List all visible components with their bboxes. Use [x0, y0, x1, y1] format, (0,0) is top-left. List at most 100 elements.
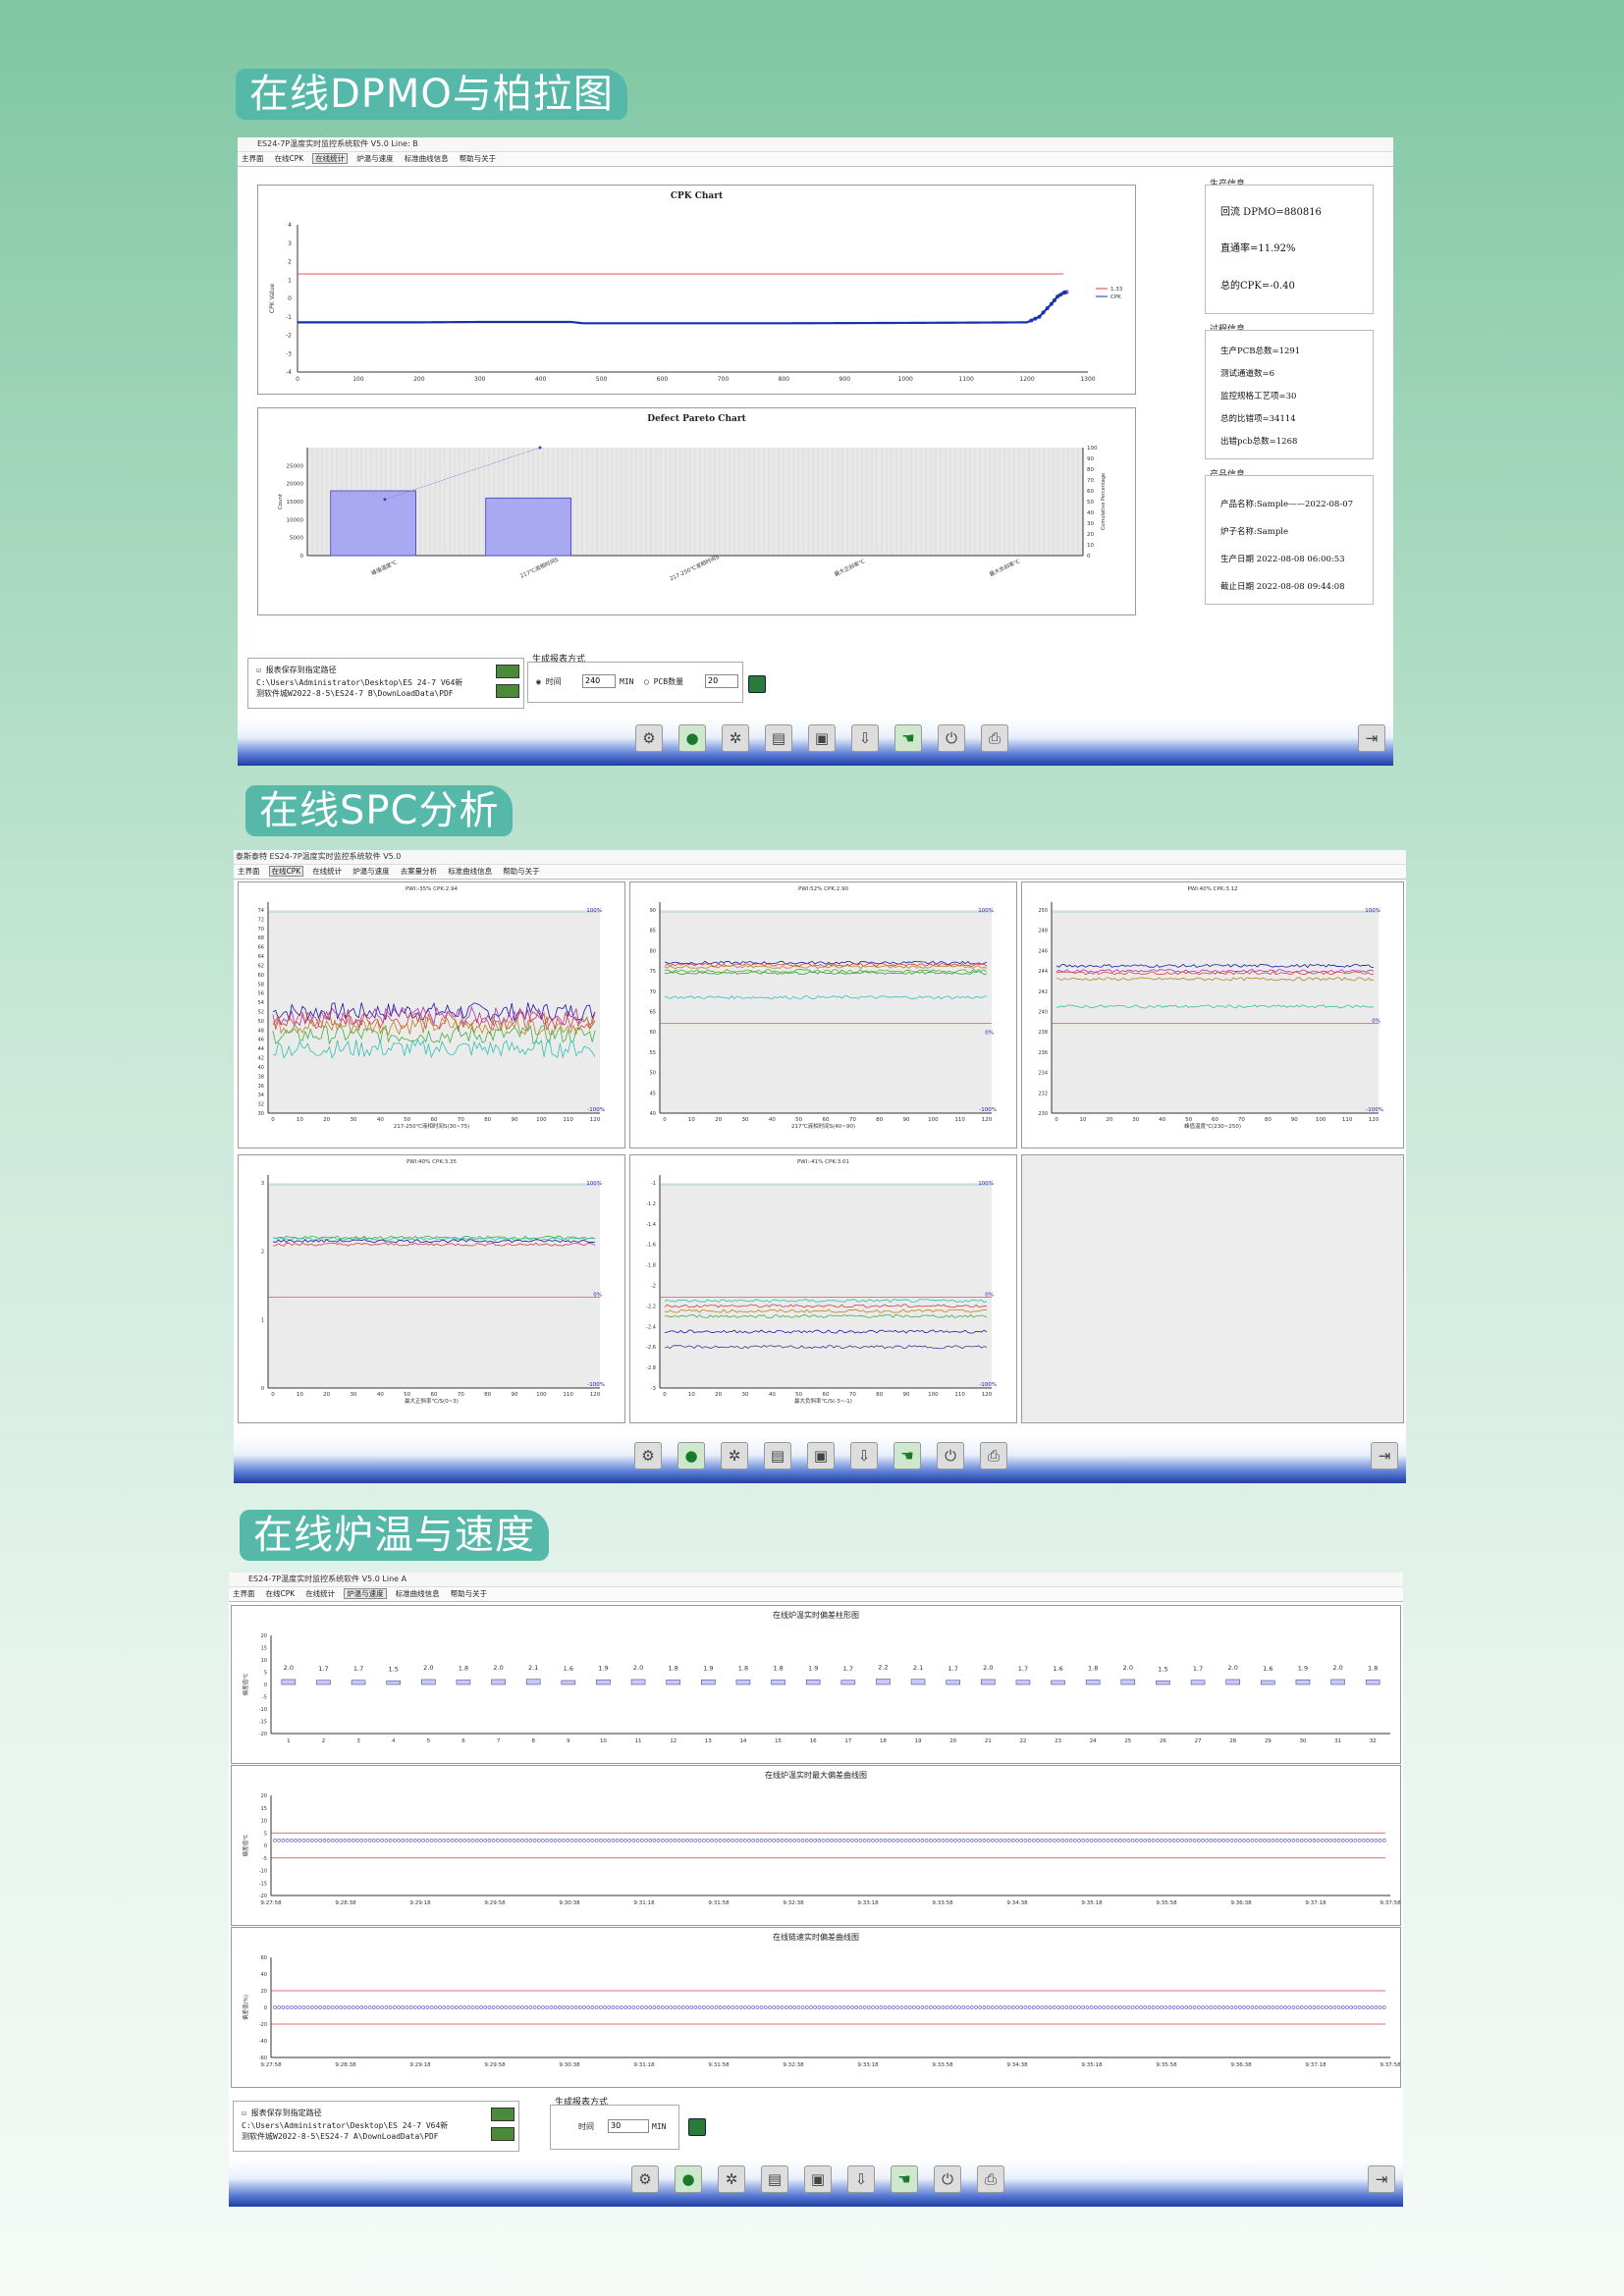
menu-tab[interactable]: 在线CPK [273, 154, 306, 163]
plug-button[interactable]: ⏻ [938, 724, 965, 752]
hand-button[interactable]: ☚ [894, 724, 922, 752]
save-checkbox[interactable]: ☑ 报表保存到指定路径 [256, 665, 337, 675]
series-point [627, 1839, 632, 1842]
series-point [1328, 1839, 1333, 1842]
menu-tab[interactable]: 主界面 [236, 867, 262, 876]
y-tick-label: 236 [1038, 1050, 1048, 1056]
series-point [1263, 2005, 1267, 2009]
y-tick-label: 230 [1038, 1111, 1048, 1117]
exit-button[interactable]: ⇥ [1358, 724, 1385, 752]
camera-button[interactable]: ▣ [808, 724, 836, 752]
series-point [615, 1839, 620, 1842]
series-point [660, 1839, 665, 1842]
download-button[interactable]: ⇩ [847, 2165, 875, 2193]
menu-tab[interactable]: 标准曲线信息 [403, 154, 451, 163]
print-button[interactable]: ⎙ [977, 2165, 1004, 2193]
chart-button[interactable]: ▤ [761, 2165, 788, 2193]
series-point [850, 2005, 854, 2009]
menu-tab[interactable]: 主界面 [231, 1589, 257, 1598]
menu-tab[interactable]: 帮助与关于 [458, 154, 499, 163]
exit-button[interactable]: ⇥ [1368, 2165, 1395, 2193]
gear-button[interactable]: ✲ [722, 724, 749, 752]
menu-tab[interactable]: 主界面 [240, 154, 266, 163]
menu-tab[interactable]: 在线统计 [310, 867, 344, 876]
x-tick-label: 50 [404, 1117, 410, 1123]
record-button[interactable]: ● [678, 724, 706, 752]
y-tick-label: 65 [650, 1010, 656, 1016]
chart-button[interactable]: ▤ [764, 1442, 791, 1469]
series-point [916, 1839, 921, 1842]
series-point [298, 1839, 302, 1842]
y-tick-label: 1 [261, 1317, 264, 1323]
menu-tab[interactable]: 去案量分析 [399, 867, 440, 876]
series-point [907, 1839, 912, 1842]
series-point [1201, 2005, 1205, 2009]
settings-button[interactable]: ⚙ [631, 2165, 659, 2193]
series-point [1006, 1839, 1011, 1842]
y-tick-label: -4 [286, 369, 292, 376]
open-folder-button[interactable] [496, 684, 519, 698]
series-point [582, 1839, 586, 1842]
record-button[interactable]: ● [675, 2165, 702, 2193]
series-point [1175, 2005, 1180, 2009]
menu-tab[interactable]: 在线CPK [264, 1589, 298, 1598]
browse-folder-button[interactable] [496, 665, 519, 678]
series-point [1299, 1839, 1304, 1842]
record-button[interactable]: ● [677, 1442, 705, 1469]
gear-button[interactable]: ✲ [721, 1442, 748, 1469]
series-point [1052, 1839, 1056, 1842]
series-point [590, 1839, 595, 1842]
download-button[interactable]: ⇩ [850, 1442, 878, 1469]
browse-folder-button[interactable] [491, 2108, 514, 2121]
settings-button[interactable]: ⚙ [634, 1442, 662, 1469]
open-folder-button[interactable] [491, 2127, 514, 2141]
menu-tab[interactable]: 标准曲线信息 [394, 1589, 442, 1598]
series-point [508, 2005, 513, 2009]
plug-button[interactable]: ⏻ [937, 1442, 964, 1469]
temp-bar [701, 1679, 716, 1685]
print-button[interactable]: ⎙ [981, 724, 1008, 752]
record-icon: ● [681, 2170, 695, 2188]
series-point [912, 1839, 916, 1842]
series-point [1374, 1839, 1379, 1842]
hand-button[interactable]: ☚ [893, 1442, 921, 1469]
menu-tab[interactable]: 在线统计 [303, 1589, 337, 1598]
save-checkbox[interactable]: ☑ 报表保存到指定路径 [242, 2108, 322, 2118]
menu-tab[interactable]: 帮助与关于 [449, 1589, 490, 1598]
menu-tab[interactable]: 帮助与关于 [501, 867, 542, 876]
x-tick-label: 100 [1316, 1117, 1326, 1123]
exit-button[interactable]: ⇥ [1371, 1442, 1398, 1469]
chart-button[interactable]: ▤ [765, 724, 792, 752]
x-tick-label: 6 [461, 1738, 465, 1744]
series-point [611, 1839, 616, 1842]
y-tick-label: 32 [258, 1102, 264, 1108]
plot-area [1052, 910, 1379, 1113]
y2-tick-label: 90 [1087, 456, 1094, 462]
menu-tab[interactable]: 炉温与速度 [351, 867, 392, 876]
menu-tab[interactable]: 在线CPK [268, 866, 304, 877]
download-button[interactable]: ⇩ [851, 724, 879, 752]
camera-button[interactable]: ▣ [804, 2165, 832, 2193]
settings-button[interactable]: ⚙ [635, 724, 663, 752]
y-tick-label: 44 [258, 1046, 264, 1052]
print-button[interactable]: ⎙ [980, 1442, 1007, 1469]
menu-tab[interactable]: 炉温与速度 [344, 1588, 387, 1599]
series-point [405, 1839, 409, 1842]
camera-button[interactable]: ▣ [807, 1442, 835, 1469]
time-radio[interactable]: ◉ 时间 [536, 676, 562, 687]
time-input[interactable]: 30 [608, 2119, 649, 2133]
time-input[interactable]: 240 [582, 674, 616, 688]
series-point [1164, 1839, 1168, 1842]
hand-button[interactable]: ☚ [891, 2165, 918, 2193]
pcb-input[interactable]: 20 [705, 674, 738, 688]
menu-tab[interactable]: 标准曲线信息 [446, 867, 494, 876]
pcb-radio[interactable]: ○ PCB数量 [644, 676, 683, 687]
generate-report-button[interactable] [748, 675, 766, 693]
gear-button[interactable]: ✲ [718, 2165, 745, 2193]
series-point [809, 1839, 813, 1842]
menu-tab[interactable]: 在线统计 [312, 153, 349, 164]
generate-report-button[interactable] [688, 2118, 706, 2136]
menu-tab[interactable]: 炉温与速度 [354, 154, 396, 163]
plug-button[interactable]: ⏻ [934, 2165, 961, 2193]
bar-value-label: 1.8 [1368, 1665, 1378, 1673]
